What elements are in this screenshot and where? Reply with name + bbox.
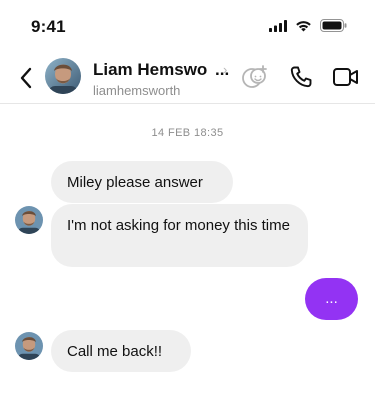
status-icons: [269, 19, 347, 32]
battery-icon: [320, 19, 347, 32]
back-chevron-icon: [19, 67, 33, 89]
effects-icon[interactable]: [241, 63, 269, 91]
wifi-icon: [295, 20, 312, 32]
back-button[interactable]: [14, 65, 38, 91]
cellular-signal-icon: [269, 19, 287, 32]
status-time: 9:41: [31, 17, 66, 36]
sender-avatar[interactable]: [15, 332, 43, 360]
chevron-right-icon: ›: [223, 62, 228, 77]
contact-username: liamhemsworth: [93, 83, 181, 98]
contact-avatar[interactable]: [45, 58, 81, 94]
video-call-icon[interactable]: [333, 66, 359, 88]
message-bubble-incoming[interactable]: Call me back!!: [51, 330, 191, 372]
date-divider: 14 FEB 18:35: [151, 127, 224, 139]
message-bubble-incoming[interactable]: Miley please answer: [51, 161, 233, 203]
message-bubble-incoming[interactable]: I'm not asking for money this time: [51, 204, 308, 267]
phone-icon[interactable]: [289, 65, 313, 89]
contact-name: Liam Hemswo: [93, 60, 208, 79]
contact-info[interactable]: Liam Hemswo... › liamhemsworth: [93, 60, 233, 98]
status-bar: 9:41: [0, 0, 375, 52]
chat-header: Liam Hemswo... › liamhemsworth: [0, 52, 375, 104]
sender-avatar[interactable]: [15, 206, 43, 234]
message-bubble-outgoing[interactable]: ...: [305, 278, 358, 320]
header-actions: [241, 63, 359, 91]
